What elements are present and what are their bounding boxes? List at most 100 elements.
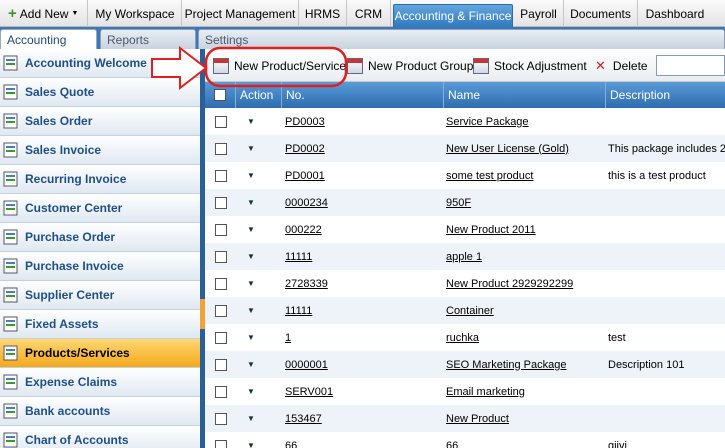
row-no-link[interactable]: PD0001 [285, 162, 440, 189]
select-all-checkbox[interactable] [214, 89, 226, 101]
sidebar-item-customer-center[interactable]: Customer Center [0, 194, 200, 223]
row-checkbox[interactable] [215, 331, 227, 344]
nav-crm[interactable]: CRM [347, 0, 391, 27]
row-checkbox-cell[interactable] [215, 324, 235, 351]
row-checkbox-cell[interactable] [215, 405, 235, 432]
row-action-menu[interactable]: ▼ [247, 351, 267, 378]
row-action-menu[interactable]: ▼ [247, 432, 267, 448]
row-no-link[interactable]: PD0003 [285, 108, 440, 135]
row-name-link[interactable]: New Product [446, 405, 604, 432]
row-name-link[interactable]: some test product [446, 162, 604, 189]
table-row[interactable]: ▼ 11111 apple 1 [205, 243, 725, 270]
row-checkbox[interactable] [215, 304, 227, 317]
tab-settings[interactable]: Settings [198, 29, 725, 49]
row-checkbox-cell[interactable] [215, 270, 235, 297]
table-row[interactable]: ▼ 2728339 New Product 2929292299 [205, 270, 725, 297]
row-no-link[interactable]: 11111 [285, 297, 440, 324]
row-name-link[interactable]: ruchka [446, 324, 604, 351]
row-action-menu[interactable]: ▼ [247, 135, 267, 162]
select-all-checkbox-cell[interactable] [205, 82, 235, 108]
col-no[interactable]: No. [281, 82, 443, 108]
sidebar-item-purchase-order[interactable]: Purchase Order [0, 223, 200, 252]
row-checkbox-cell[interactable] [215, 378, 235, 405]
stock-adjustment-button[interactable]: Stock Adjustment [473, 49, 587, 82]
table-row[interactable]: ▼ PD0002 New User License (Gold) This packa… [205, 135, 725, 162]
sidebar-item-supplier-center[interactable]: Supplier Center [0, 281, 200, 310]
sidebar-item-accounting-welcome[interactable]: Accounting Welcome [0, 49, 200, 78]
row-no-link[interactable]: 1 [285, 324, 440, 351]
row-name-link[interactable]: apple 1 [446, 243, 604, 270]
row-no-link[interactable]: 000222 [285, 216, 440, 243]
sidebar-item-sales-invoice[interactable]: Sales Invoice [0, 136, 200, 165]
row-checkbox[interactable] [215, 412, 227, 425]
row-checkbox[interactable] [215, 223, 227, 236]
nav-dashboard[interactable]: Dashboard [638, 0, 712, 27]
new-product-group-button[interactable]: New Product Group [347, 49, 473, 82]
col-name[interactable]: Name [443, 82, 605, 108]
table-row[interactable]: ▼ 66 66 gjjvj [205, 432, 725, 448]
nav-my-workspace[interactable]: My Workspace [89, 0, 182, 27]
row-action-menu[interactable]: ▼ [247, 297, 267, 324]
row-name-link[interactable]: Email marketing [446, 378, 604, 405]
row-checkbox-cell[interactable] [215, 297, 235, 324]
row-checkbox-cell[interactable] [215, 243, 235, 270]
row-no-link[interactable]: 66 [285, 432, 440, 448]
sidebar-item-bank-accounts[interactable]: Bank accounts [0, 397, 200, 426]
row-checkbox[interactable] [215, 250, 227, 263]
row-action-menu[interactable]: ▼ [247, 378, 267, 405]
row-name-link[interactable]: New Product 2929292299 [446, 270, 604, 297]
row-checkbox-cell[interactable] [215, 108, 235, 135]
sidebar-item-sales-order[interactable]: Sales Order [0, 107, 200, 136]
table-row[interactable]: ▼ 11111 Container [205, 297, 725, 324]
row-checkbox-cell[interactable] [215, 189, 235, 216]
row-name-link[interactable]: Service Package [446, 108, 604, 135]
delete-button[interactable]: ✕ Delete [595, 49, 648, 82]
row-action-menu[interactable]: ▼ [247, 162, 267, 189]
row-no-link[interactable]: SERV001 [285, 378, 440, 405]
nav-project-management[interactable]: Project Management [182, 0, 299, 27]
row-name-link[interactable]: New Product 2011 [446, 216, 604, 243]
row-no-link[interactable]: PD0002 [285, 135, 440, 162]
sidebar-item-expense-claims[interactable]: Expense Claims [0, 368, 200, 397]
row-no-link[interactable]: 0000234 [285, 189, 440, 216]
col-action[interactable]: Action [235, 82, 281, 108]
table-row[interactable]: ▼ 0000234 950F [205, 189, 725, 216]
nav-documents[interactable]: Documents [564, 0, 638, 27]
table-row[interactable]: ▼ PD0001 some test product this is a test p… [205, 162, 725, 189]
table-row[interactable]: ▼ PD0003 Service Package [205, 108, 725, 135]
row-name-link[interactable]: 66 [446, 432, 604, 448]
row-checkbox[interactable] [215, 358, 227, 371]
table-row[interactable]: ▼ 0000001 SEO Marketing Package Description… [205, 351, 725, 378]
table-row[interactable]: ▼ 153467 New Product [205, 405, 725, 432]
sidebar-item-recurring-invoice[interactable]: Recurring Invoice [0, 165, 200, 194]
row-checkbox[interactable] [215, 115, 227, 128]
nav-payroll[interactable]: Payroll [514, 0, 564, 27]
table-row[interactable]: ▼ 000222 New Product 2011 [205, 216, 725, 243]
row-checkbox[interactable] [215, 277, 227, 290]
row-name-link[interactable]: New User License (Gold) [446, 135, 604, 162]
row-no-link[interactable]: 11111 [285, 243, 440, 270]
nav-accounting-finance[interactable]: Accounting & Finance [393, 4, 513, 27]
row-checkbox[interactable] [215, 196, 227, 209]
row-action-menu[interactable]: ▼ [247, 324, 267, 351]
row-checkbox[interactable] [215, 142, 227, 155]
row-checkbox[interactable] [215, 439, 227, 448]
tab-reports[interactable]: Reports [100, 29, 196, 49]
row-action-menu[interactable]: ▼ [247, 189, 267, 216]
row-no-link[interactable]: 153467 [285, 405, 440, 432]
row-action-menu[interactable]: ▼ [247, 243, 267, 270]
row-action-menu[interactable]: ▼ [247, 216, 267, 243]
row-no-link[interactable]: 2728339 [285, 270, 440, 297]
row-action-menu[interactable]: ▼ [247, 405, 267, 432]
sidebar-item-sales-quote[interactable]: Sales Quote [0, 78, 200, 107]
sidebar-item-products-services[interactable]: Products/Services [0, 339, 200, 368]
row-name-link[interactable]: 950F [446, 189, 604, 216]
row-action-menu[interactable]: ▼ [247, 270, 267, 297]
row-checkbox-cell[interactable] [215, 351, 235, 378]
row-checkbox-cell[interactable] [215, 135, 235, 162]
add-new-button[interactable]: + Add New ▼ [0, 0, 88, 27]
row-name-link[interactable]: SEO Marketing Package [446, 351, 604, 378]
table-row[interactable]: ▼ SERV001 Email marketing [205, 378, 725, 405]
row-name-link[interactable]: Container [446, 297, 604, 324]
search-input[interactable] [656, 55, 725, 76]
